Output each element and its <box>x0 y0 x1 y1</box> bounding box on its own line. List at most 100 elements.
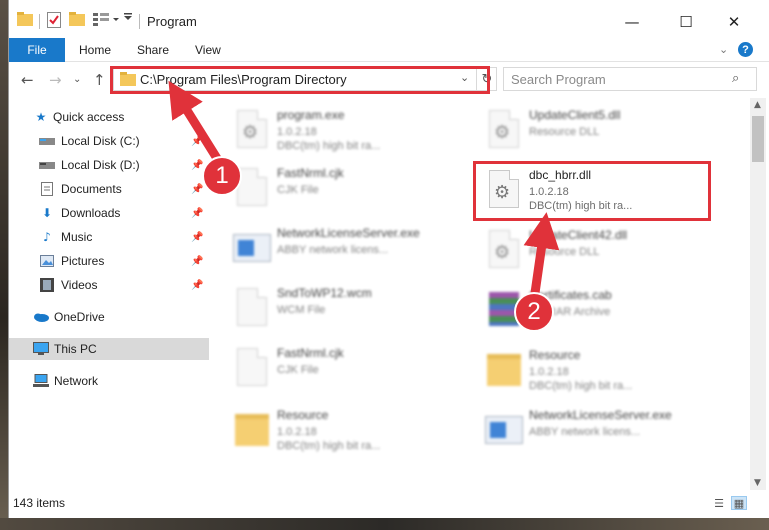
sidebar-item-local-disk-c[interactable]: Local Disk (C:) 📌 <box>9 130 209 152</box>
file-name: FastNrml.cjk <box>277 166 344 180</box>
sidebar-item-pictures[interactable]: Pictures 📌 <box>9 250 209 272</box>
forward-arrow-icon[interactable]: → <box>49 71 62 89</box>
customize-toolbar-icon[interactable] <box>93 12 119 26</box>
documents-icon <box>39 182 55 196</box>
file-detail: DBC(tm) high bit ra... <box>529 380 633 392</box>
step-2-badge: 2 <box>514 292 554 332</box>
back-arrow-icon[interactable]: ← <box>21 71 34 89</box>
file-detail: ABBY network licens... <box>277 244 389 256</box>
file-detail: CJK File <box>277 364 319 376</box>
pin-icon[interactable]: 📌 <box>191 208 203 219</box>
file-tile[interactable]: SndToWP12.wcm WCM File <box>231 284 471 342</box>
navigation-pane: ★ Quick access Local Disk (C:) 📌 Local D… <box>9 98 209 490</box>
star-icon: ★ <box>35 110 47 124</box>
computer-icon <box>33 342 49 356</box>
dll-icon: ⚙ <box>483 228 523 272</box>
pin-icon[interactable]: 📌 <box>191 232 203 243</box>
properties-icon[interactable] <box>47 12 61 28</box>
file-name: NetworkLicenseServer.exe <box>277 226 420 240</box>
pictures-icon <box>39 254 55 268</box>
file-tile[interactable]: FastNrml.cjk CJK File <box>231 164 471 222</box>
close-button[interactable]: ✕ <box>711 8 757 36</box>
dll-icon: ⚙ <box>483 108 523 152</box>
file-tile[interactable]: ⚙ UpdateClient5.dll Resource DLL <box>483 106 723 164</box>
file-detail: Resource DLL <box>529 246 600 258</box>
tab-view[interactable]: View <box>195 38 221 62</box>
pin-icon[interactable]: 📌 <box>191 160 203 171</box>
new-folder-icon[interactable] <box>69 12 85 26</box>
sidebar-item-label: Videos <box>61 278 98 292</box>
search-placeholder[interactable]: Search Program <box>511 72 606 87</box>
details-view-icon[interactable]: ☰ <box>711 496 727 510</box>
minimize-button[interactable]: — <box>609 8 655 36</box>
search-box[interactable]: Search Program ⌕ <box>503 67 757 91</box>
pin-icon[interactable]: 📌 <box>191 184 203 195</box>
tab-file[interactable]: File <box>9 38 65 62</box>
file-detail: 1.0.2.18 <box>277 426 317 438</box>
sidebar-item-label: OneDrive <box>54 310 105 324</box>
sidebar-item-local-disk-d[interactable]: Local Disk (D:) 📌 <box>9 154 209 176</box>
folder-icon <box>17 12 33 26</box>
videos-icon <box>39 278 55 292</box>
exe-icon: ⚙ <box>231 108 271 152</box>
expand-ribbon-icon[interactable]: ⌄ <box>719 43 728 56</box>
music-icon: ♪ <box>43 230 51 244</box>
drive-icon <box>39 134 55 148</box>
file-detail: WCM File <box>277 304 326 316</box>
address-highlight-box <box>110 66 490 94</box>
sidebar-item-onedrive[interactable]: OneDrive <box>9 306 209 328</box>
file-detail: CJK File <box>277 184 319 196</box>
sidebar-item-documents[interactable]: Documents 📌 <box>9 178 209 200</box>
vertical-scrollbar[interactable]: ▲ ▼ <box>750 98 766 490</box>
recent-locations-icon[interactable]: ⌄ <box>73 74 81 85</box>
file-name: NetworkLicenseServer.exe <box>529 408 672 422</box>
sidebar-item-label: This PC <box>54 342 97 356</box>
quick-access-dropdown-icon[interactable] <box>123 12 133 22</box>
sidebar-item-music[interactable]: ♪ Music 📌 <box>9 226 209 248</box>
sidebar-item-this-pc[interactable]: This PC <box>9 338 209 360</box>
up-arrow-icon[interactable]: ↑ <box>93 71 106 89</box>
help-icon[interactable]: ? <box>738 42 753 57</box>
sidebar-item-label: Network <box>54 374 99 388</box>
sidebar-item-quick-access[interactable]: ★ Quick access <box>9 106 209 128</box>
file-name: UpdateClient42.dll <box>529 228 628 242</box>
status-bar: 143 items ☰ ▦ <box>9 490 769 518</box>
file-name: Resource <box>529 348 581 362</box>
pin-icon[interactable]: 📌 <box>191 280 203 291</box>
tab-share[interactable]: Share <box>137 38 169 62</box>
sidebar-item-label: Local Disk (C:) <box>61 134 140 148</box>
file-detail: Resource DLL <box>529 126 600 138</box>
drive-icon <box>39 158 55 172</box>
file-name: UpdateClient5.dll <box>529 108 621 122</box>
step-1-badge: 1 <box>202 156 242 196</box>
desktop-background-bottom <box>0 518 769 530</box>
file-tile[interactable]: Resource 1.0.2.18 DBC(tm) high bit ra... <box>231 406 471 464</box>
title-bar: Program — ☐ ✕ <box>9 0 769 38</box>
file-name: program.exe <box>277 108 345 122</box>
pin-icon[interactable]: 📌 <box>191 136 203 147</box>
file-highlight-box <box>473 161 711 221</box>
file-tile[interactable]: ⚙ program.exe 1.0.2.18 DBC(tm) high bit … <box>231 106 471 164</box>
file-detail: ABBY network licens... <box>529 426 641 438</box>
file-tile[interactable]: NetworkLicenseServer.exe ABBY network li… <box>483 406 723 464</box>
sidebar-item-label: Quick access <box>53 110 125 124</box>
file-name: SndToWP12.wcm <box>277 286 372 300</box>
pin-icon[interactable]: 📌 <box>191 256 203 267</box>
file-tile[interactable]: NetworkLicenseServer.exe ABBY network li… <box>231 224 471 282</box>
folder-icon <box>231 408 271 452</box>
scroll-thumb[interactable] <box>752 116 764 162</box>
search-icon[interactable]: ⌕ <box>732 71 739 86</box>
file-tile[interactable]: Resource 1.0.2.18 DBC(tm) high bit ra... <box>483 346 723 404</box>
sidebar-item-videos[interactable]: Videos 📌 <box>9 274 209 296</box>
sidebar-item-downloads[interactable]: ⬇ Downloads 📌 <box>9 202 209 224</box>
ribbon: File Home Share View ⌄ ? <box>9 38 769 62</box>
file-tile[interactable]: FastNrml.cjk CJK File <box>231 344 471 402</box>
sidebar-item-network[interactable]: Network <box>9 370 209 392</box>
file-tile[interactable]: ⚙ UpdateClient42.dll Resource DLL <box>483 226 723 284</box>
window-title: Program <box>147 14 197 29</box>
tab-home[interactable]: Home <box>79 38 111 62</box>
scroll-up-icon[interactable]: ▲ <box>754 100 761 110</box>
scroll-down-icon[interactable]: ▼ <box>754 478 761 488</box>
maximize-button[interactable]: ☐ <box>663 8 709 36</box>
large-icons-view-icon[interactable]: ▦ <box>731 496 747 510</box>
